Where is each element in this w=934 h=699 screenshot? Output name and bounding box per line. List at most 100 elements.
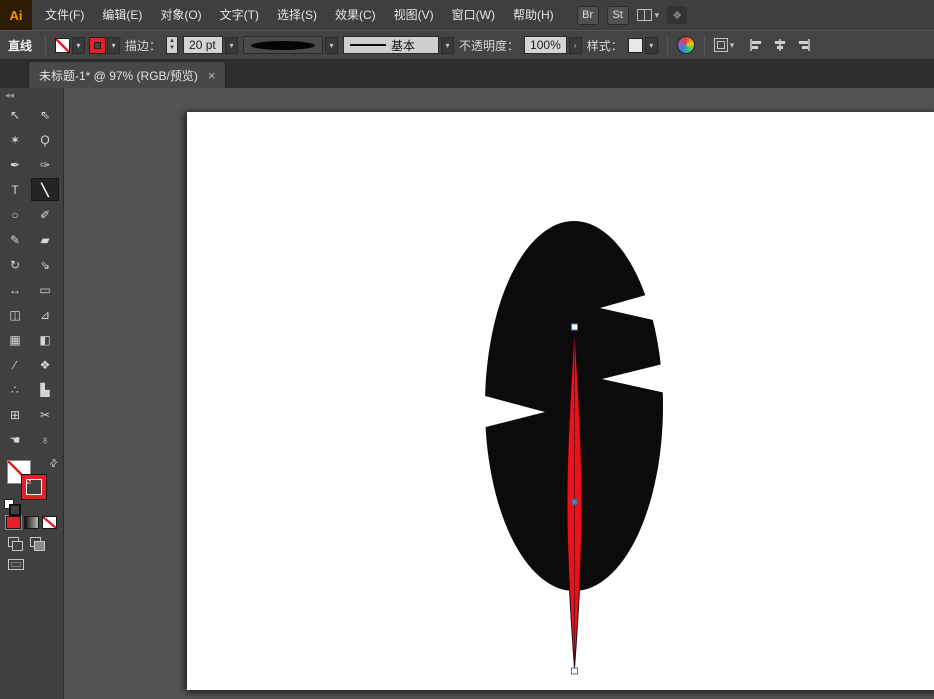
recolor-artwork-button[interactable] [677,36,695,54]
menu-object[interactable]: 对象(O) [151,0,210,30]
pen-tool-icon: ✒ [10,158,20,172]
slice-tool[interactable]: ✂ [31,403,59,426]
width-profile-icon [251,41,315,50]
swap-fill-stroke-icon[interactable]: ⇄ [47,457,61,471]
mesh-tool-icon: ▦ [9,333,20,347]
document-tab[interactable]: 未标题-1* @ 97% (RGB/预览) × [28,61,226,88]
document-tab-bar: 未标题-1* @ 97% (RGB/预览) × [0,60,934,88]
hand-tool[interactable]: ☚ [1,428,29,451]
menu-type[interactable]: 文字(T) [211,0,268,30]
curvature-tool[interactable]: ✑ [31,153,59,176]
tool-grid: ↖⇖✶Ϙ ✒ ✑T ╲ ○✐✎ ▰ ↻ ⇘↔▭◫ ⊿ ▦ ◧ ∕ ❖∴ ▙ ⊞✂ ☚ ♁ [0,102,63,452]
none-button[interactable] [42,516,57,529]
gradient-tool[interactable]: ◧ [31,328,59,351]
column-graph-tool[interactable]: ▙ [31,378,59,401]
ellipse-tool[interactable]: ○ [1,203,29,226]
separator [704,35,705,55]
column-graph-tool-icon: ▙ [40,383,49,397]
line-segment-tool[interactable]: ╲ [31,178,59,201]
align-right-button[interactable] [795,36,813,54]
pencil-tool[interactable]: ✎ [1,228,29,251]
screen-mode-button[interactable] [8,559,24,570]
fill-color-control[interactable] [55,38,70,53]
width-tool[interactable]: ↔ [1,278,29,301]
artboard-tool[interactable]: ⊞ [1,403,29,426]
anchor-midpoint[interactable] [572,499,578,505]
pen-tool[interactable]: ✒ [1,153,29,176]
stock-button[interactable]: St [607,6,629,25]
brush-chevron-icon[interactable]: ▾ [441,37,454,54]
artboard[interactable] [187,112,934,690]
style-chevron-icon[interactable]: ▾ [645,37,658,54]
opacity-flyout-icon[interactable]: › [569,37,582,54]
separator [667,35,668,55]
fill-chevron-icon[interactable]: ▾ [72,37,85,54]
stepper-down-icon[interactable]: ▼ [169,45,175,52]
selection-tool[interactable]: ↖ [1,103,29,126]
shape-builder-tool[interactable]: ◫ [1,303,29,326]
menu-select[interactable]: 选择(S) [268,0,326,30]
align-controls [747,36,813,54]
eyedropper-tool[interactable]: ∕ [1,353,29,376]
eyedropper-tool-icon: ∕ [14,358,16,372]
isolate-icon [714,38,728,52]
draw-behind-icon[interactable] [30,537,44,549]
collapse-tools-icon[interactable]: ◂◂ [0,88,63,102]
anchor-bottom[interactable] [572,668,578,674]
paintbrush-tool[interactable]: ✐ [31,203,59,226]
menu-view[interactable]: 视图(V) [385,0,443,30]
default-fill-stroke-icon[interactable] [4,499,19,512]
symbol-sprayer-tool[interactable]: ∴ [1,378,29,401]
rotate-tool[interactable]: ↻ [1,253,29,276]
eraser-tool-icon: ▰ [40,233,49,247]
menu-file[interactable]: 文件(F) [36,0,93,30]
stroke-weight-chevron-icon[interactable]: ▾ [225,37,238,54]
menu-edit[interactable]: 编辑(E) [93,0,151,30]
brush-definition-dropdown[interactable]: 基本 [343,36,439,54]
scale-tool[interactable]: ⇘ [31,253,59,276]
opacity-field[interactable]: 100% [524,36,567,54]
width-profile-dropdown[interactable] [243,36,323,54]
free-transform-tool[interactable]: ▭ [31,278,59,301]
stroke-swatch[interactable] [22,475,46,499]
document-title: 未标题-1* @ 97% (RGB/预览) [39,67,198,84]
direct-selection-tool[interactable]: ⇖ [31,103,59,126]
stroke-color-control[interactable] [90,38,105,53]
perspective-grid-tool-icon: ⊿ [40,308,50,322]
stroke-weight-field[interactable]: 20 pt [183,36,223,54]
anchor-top[interactable] [572,324,578,330]
stroke-chevron-icon[interactable]: ▾ [107,37,120,54]
rotate-tool-icon: ↻ [10,258,20,272]
menu-help[interactable]: 帮助(H) [504,0,563,30]
bridge-button[interactable]: Br [577,6,599,25]
hand-tool-icon: ☚ [10,433,21,447]
align-left-button[interactable] [747,36,765,54]
chevron-down-icon: ▾ [655,10,660,21]
zoom-tool[interactable]: ♁ [31,428,59,451]
workspace-switcher-icon[interactable]: ❖ [667,6,687,24]
menu-bar: Ai 文件(F)编辑(E)对象(O)文字(T)选择(S)效果(C)视图(V)窗口… [0,0,934,30]
main-area: ◂◂ ↖⇖✶Ϙ ✒ ✑T ╲ ○✐✎ ▰ ↻ ⇘↔▭◫ ⊿ ▦ ◧ ∕ ❖∴ ▙ ⊞✂ ☚ ♁ ⇄ [0,88,934,699]
menu-effect[interactable]: 效果(C) [326,0,385,30]
perspective-grid-tool[interactable]: ⊿ [31,303,59,326]
blend-tool[interactable]: ❖ [31,353,59,376]
arrange-documents-button[interactable]: ▾ [637,9,660,21]
mesh-tool[interactable]: ▦ [1,328,29,351]
canvas-pasteboard[interactable] [64,88,934,699]
type-tool[interactable]: T [1,178,29,201]
menu-window[interactable]: 窗口(W) [443,0,504,30]
lasso-tool[interactable]: Ϙ [31,128,59,151]
width-profile-chevron-icon[interactable]: ▾ [325,37,338,54]
magic-wand-tool[interactable]: ✶ [1,128,29,151]
eraser-tool[interactable]: ▰ [31,228,59,251]
gradient-button[interactable] [24,516,39,529]
style-swatch[interactable] [628,38,643,53]
align-center-button[interactable] [771,36,789,54]
close-tab-icon[interactable]: × [208,68,216,83]
isolate-selected-button[interactable]: ▾ [714,38,735,52]
stepper-up-icon[interactable]: ▲ [169,38,175,45]
draw-normal-icon[interactable] [8,537,22,549]
stroke-weight-stepper[interactable]: ▲▼ [166,36,178,54]
line-segment-tool-icon: ╲ [41,183,48,197]
color-button[interactable] [6,516,21,529]
